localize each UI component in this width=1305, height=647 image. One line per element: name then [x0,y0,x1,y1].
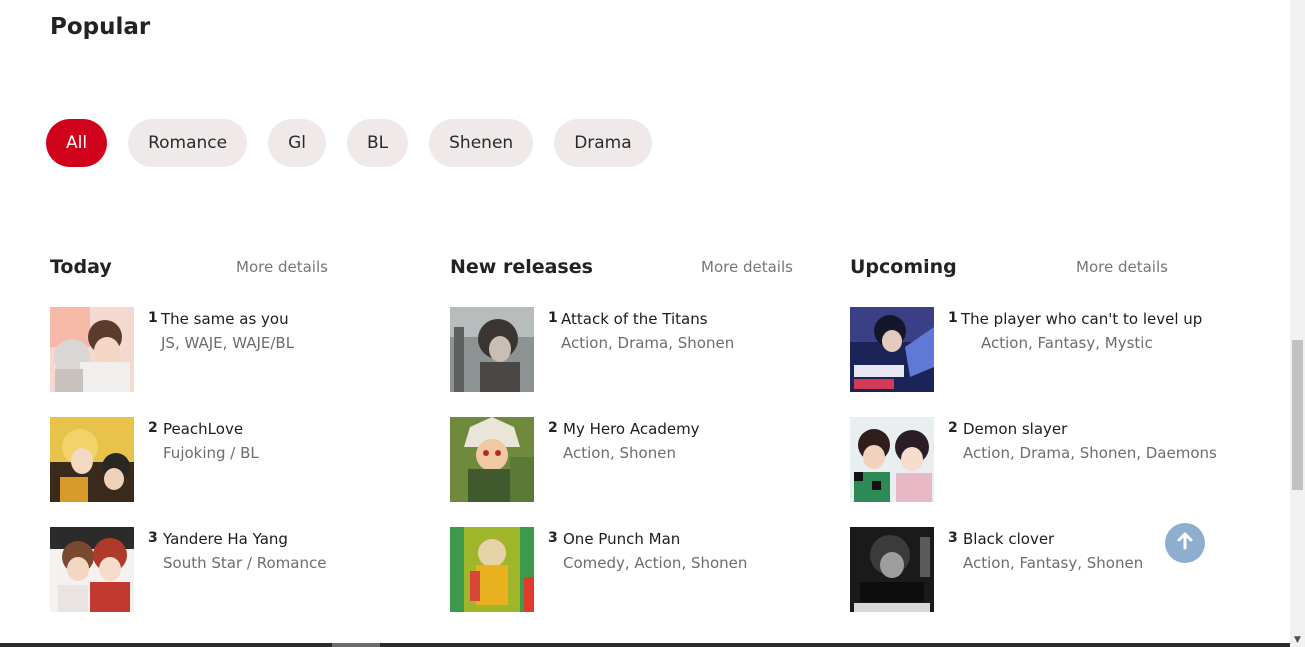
horizontal-scrollbar-thumb[interactable] [332,643,380,647]
filter-chip-bl[interactable]: BL [347,119,409,167]
section-title: Today [50,256,112,278]
cover-image [50,307,134,392]
list-item[interactable]: 2 Demon slayer Action, Drama, Shonen, Da… [850,417,1217,502]
filter-chip-romance[interactable]: Romance [128,119,248,167]
section-header: Upcoming More details [850,256,1210,282]
item-title: Demon slayer [963,420,1068,438]
item-subtitle: Action, Fantasy, Shonen [963,554,1144,572]
today-section: Today More details 1 The same as you JS,… [50,256,410,612]
item-subtitle: Action, Fantasy, Mystic [981,334,1153,352]
item-title: PeachLove [163,420,244,438]
more-details-link[interactable]: More details [236,258,328,276]
item-subtitle: Action, Drama, Shonen, Daemons [963,444,1217,462]
list-item[interactable]: 1 The player who can't to level up Actio… [850,307,1210,392]
list-item[interactable]: 1 Attack of the Titans Action, Drama, Sh… [450,307,810,392]
list-item[interactable]: 1 The same as you JS, WAJE, WAJE/BL [50,307,410,392]
upcoming-section: Upcoming More details 1 The player who c… [850,256,1217,612]
scrollbar-thumb[interactable] [1292,340,1303,490]
cover-image [450,307,534,392]
item-subtitle: Action, Drama, Shonen [561,334,735,352]
filter-chip-drama[interactable]: Drama [554,119,652,167]
item-title: My Hero Academy [563,420,700,438]
arrow-up-icon [1175,531,1195,555]
item-subtitle: JS, WAJE, WAJE/BL [161,334,295,352]
rank-number: 2 [148,420,158,436]
section-title: Upcoming [850,256,957,278]
item-subtitle: Comedy, Action, Shonen [563,554,748,572]
new-releases-section: New releases More details 1 Attack of th… [450,256,810,612]
section-header: New releases More details [450,256,810,282]
vertical-scrollbar[interactable]: ▼ [1290,0,1305,647]
rank-number: 1 [948,310,958,326]
horizontal-scrollbar[interactable] [0,643,1290,647]
section-title: New releases [450,256,593,278]
rank-number: 3 [548,530,558,546]
cover-image [450,527,534,612]
scroll-down-arrow-icon[interactable]: ▼ [1293,636,1302,645]
list-item[interactable]: 3 Yandere Ha Yang South Star / Romance [50,527,410,612]
more-details-link[interactable]: More details [701,258,793,276]
filter-chip-gl[interactable]: Gl [268,119,326,167]
item-title: One Punch Man [563,530,681,548]
rank-number: 3 [148,530,158,546]
cover-image [50,527,134,612]
cover-image [850,527,934,612]
item-title: The same as you [161,310,289,328]
scroll-to-top-button[interactable] [1165,523,1205,563]
item-subtitle: South Star / Romance [163,554,327,572]
rank-number: 1 [548,310,558,326]
page-title: Popular [50,14,151,40]
list-item[interactable]: 3 One Punch Man Comedy, Action, Shonen [450,527,810,612]
list-item[interactable]: 2 PeachLove Fujoking / BL [50,417,410,502]
cover-image [850,307,934,392]
cover-image [50,417,134,502]
item-title: The player who can't to level up [961,310,1203,328]
cover-image [850,417,934,502]
item-title: Attack of the Titans [561,310,708,328]
item-subtitle: Fujoking / BL [163,444,259,462]
more-details-link[interactable]: More details [1076,258,1168,276]
cover-image [450,417,534,502]
list-item[interactable]: 2 My Hero Academy Action, Shonen [450,417,810,502]
item-title: Black clover [963,530,1055,548]
item-title: Yandere Ha Yang [163,530,288,548]
list-item[interactable]: 3 Black clover Action, Fantasy, Shonen [850,527,1210,612]
rank-number: 2 [548,420,558,436]
section-header: Today More details [50,256,410,282]
rank-number: 2 [948,420,958,436]
rank-number: 3 [948,530,958,546]
filter-chip-shenen[interactable]: Shenen [429,119,534,167]
genre-filter-bar: All Romance Gl BL Shenen Drama [46,119,652,167]
item-subtitle: Action, Shonen [563,444,676,462]
filter-chip-all[interactable]: All [46,119,108,167]
rank-number: 1 [148,310,158,326]
